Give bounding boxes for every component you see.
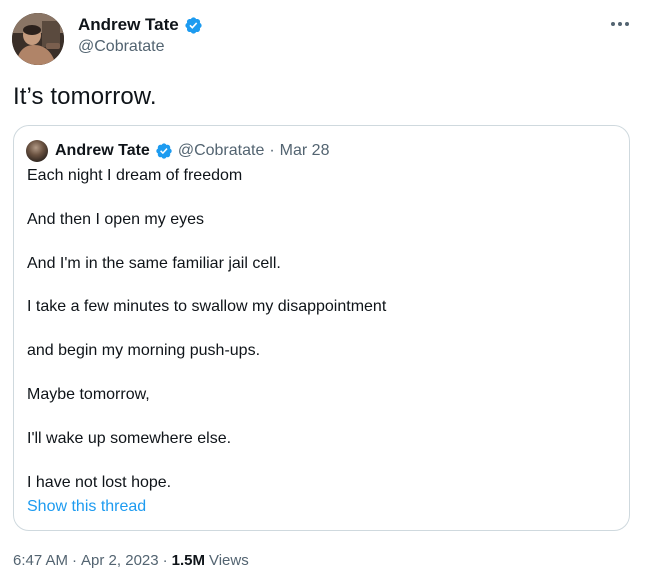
quoted-line: I'll wake up somewhere else. bbox=[27, 429, 232, 447]
author-name[interactable]: Andrew Tate bbox=[78, 15, 179, 35]
verified-badge-icon[interactable] bbox=[184, 16, 203, 35]
quoted-date: Mar 28 bbox=[279, 142, 330, 159]
author-handle[interactable]: @Cobratate bbox=[78, 38, 203, 56]
quoted-author-avatar bbox=[26, 140, 48, 162]
show-thread-link[interactable]: Show this thread bbox=[27, 498, 146, 516]
verified-badge-icon bbox=[155, 142, 173, 160]
views-count: 1.5M bbox=[171, 552, 205, 569]
tweet-text: It’s tomorrow. bbox=[13, 83, 157, 110]
meta-separator: · bbox=[72, 552, 78, 569]
quoted-author-handle: @Cobratate bbox=[177, 142, 265, 159]
meta-separator: · bbox=[162, 552, 168, 569]
tweet-date[interactable]: Apr 2, 2023 bbox=[81, 552, 159, 569]
quoted-line: And I'm in the same familiar jail cell. bbox=[27, 254, 281, 272]
quoted-line: I take a few minutes to swallow my disap… bbox=[27, 298, 387, 316]
quoted-separator: · bbox=[269, 142, 275, 159]
quoted-tweet-header: Andrew Tate @Cobratate · Mar 28 bbox=[26, 140, 329, 162]
quoted-tweet[interactable]: Andrew Tate @Cobratate · Mar 28 Each nig… bbox=[13, 125, 630, 531]
author-avatar[interactable] bbox=[12, 13, 64, 65]
quoted-line: And then I open my eyes bbox=[27, 210, 204, 228]
quoted-line: Maybe tomorrow, bbox=[27, 385, 150, 403]
tweet-time[interactable]: 6:47 AM bbox=[13, 552, 68, 569]
quoted-tweet-body: Each night I dream of freedom And then I… bbox=[27, 166, 617, 516]
quoted-line: and begin my morning push-ups. bbox=[27, 342, 261, 360]
quoted-line: I have not lost hope. bbox=[27, 473, 172, 491]
views-label: Views bbox=[208, 552, 249, 569]
tweet-meta: 6:47 AM · Apr 2, 2023 · 1.5M Views bbox=[13, 552, 249, 569]
avatar-image bbox=[12, 13, 64, 65]
quoted-line: Each night I dream of freedom bbox=[27, 167, 243, 184]
tweet: Andrew Tate @Cobratate It’s tomorrow. An… bbox=[0, 0, 648, 570]
author-block: Andrew Tate @Cobratate bbox=[78, 14, 203, 56]
more-options-icon[interactable] bbox=[608, 14, 632, 34]
quoted-author-name: Andrew Tate bbox=[55, 142, 150, 159]
author-name-row: Andrew Tate bbox=[78, 14, 203, 36]
